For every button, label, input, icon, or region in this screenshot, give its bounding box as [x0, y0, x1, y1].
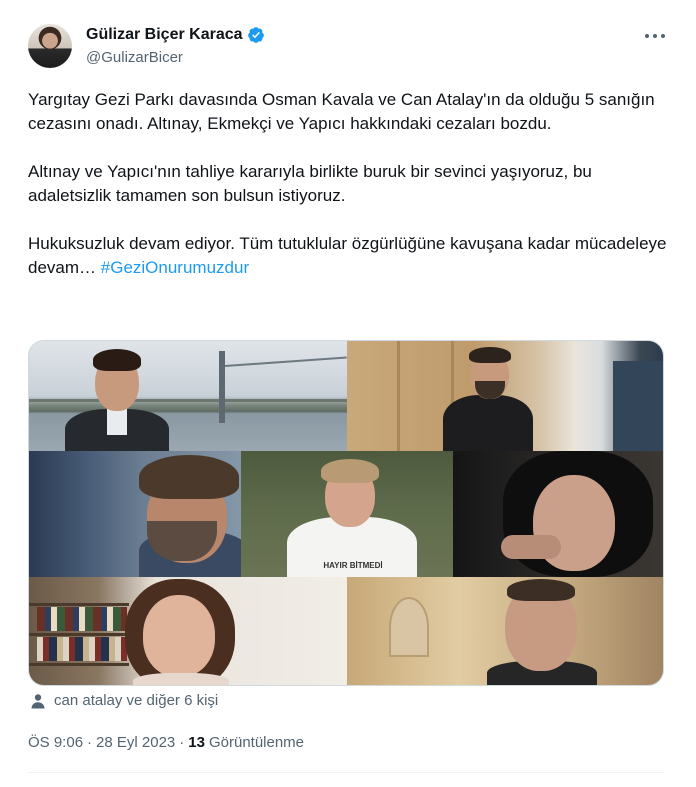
photo-woman-dark-hair[interactable] — [453, 451, 663, 577]
author-handle[interactable]: @GulizarBicer — [86, 49, 183, 66]
tweet-metadata: ÖS 9:06 · 28 Eyl 2023 · 13 Görüntülenme — [28, 734, 304, 751]
person-icon — [31, 693, 45, 708]
views-label: Görüntülenme — [208, 734, 305, 751]
author-name-row[interactable]: Gülizar Biçer Karaca — [86, 26, 265, 44]
tshirt-text: HAYIR BİTMEDİ — [323, 561, 383, 570]
photo-woman-smiling[interactable]: HAYIR BİTMEDİ — [241, 451, 453, 577]
verified-badge-icon — [247, 27, 264, 43]
hashtag-link[interactable]: #GeziOnurumuzdur — [101, 258, 249, 277]
views-count: 13 — [188, 734, 205, 751]
tweet-date[interactable]: 28 Eyl 2023 — [96, 734, 175, 751]
meta-separator: · — [87, 734, 93, 751]
tweet-text: Yargıtay Gezi Parkı davasında Osman Kava… — [28, 88, 668, 304]
meta-separator: · — [179, 734, 185, 751]
avatar[interactable] — [28, 24, 72, 68]
photo-man-profile[interactable] — [29, 451, 241, 577]
more-options-icon[interactable] — [644, 28, 666, 44]
media-grid[interactable]: HAYIR BİTMEDİ — [28, 340, 664, 686]
photo-man-smiling[interactable] — [347, 577, 663, 685]
tagged-people-label[interactable]: can atalay ve diğer 6 kişi — [54, 692, 218, 709]
tweet-paragraph-last: Hukuksuzluk devam ediyor. Tüm tutuklular… — [28, 232, 668, 280]
photo-woman-bookshelf[interactable] — [29, 577, 347, 685]
divider — [28, 772, 664, 773]
tweet: Gülizar Biçer Karaca @GulizarBicer Yargı… — [0, 0, 696, 787]
tweet-paragraph: Yargıtay Gezi Parkı davasında Osman Kava… — [28, 90, 655, 133]
tweet-paragraph: Altınay ve Yapıcı'nın tahliye kararıyla … — [28, 162, 592, 205]
author-name[interactable]: Gülizar Biçer Karaca — [86, 26, 243, 44]
photo-man-office[interactable] — [347, 341, 663, 451]
photo-man-bridge[interactable] — [29, 341, 347, 451]
tagged-people[interactable]: can atalay ve diğer 6 kişi — [30, 692, 218, 709]
tweet-time[interactable]: ÖS 9:06 — [28, 734, 83, 751]
